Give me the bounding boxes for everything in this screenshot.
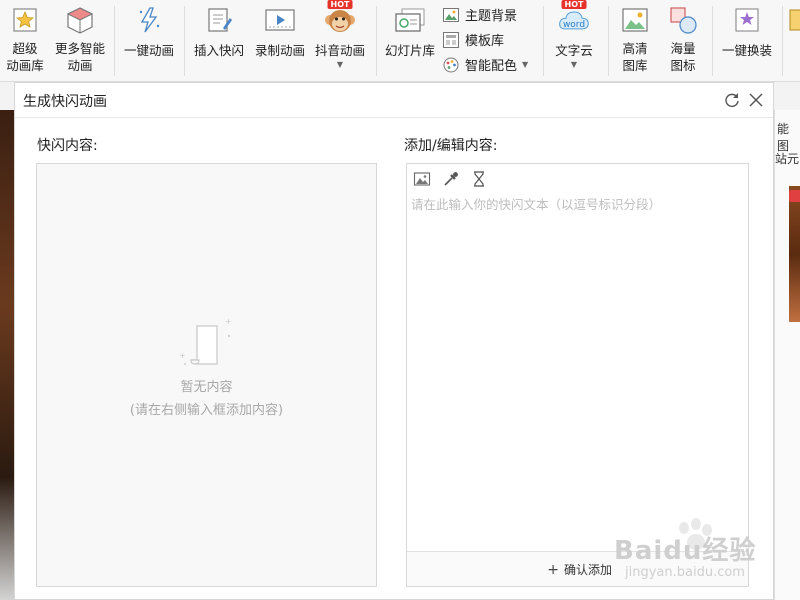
background-text: 站元 — [775, 152, 800, 166]
background-text: 能图 — [777, 122, 790, 153]
empty-state: + + 暂无内容 (请在右侧输入框添加内容) — [37, 314, 376, 418]
slide-library-button[interactable]: 幻灯片库 — [380, 0, 440, 82]
massive-icons-label: 海量 图标 — [670, 41, 696, 73]
flash-text-input[interactable] — [411, 194, 745, 546]
picture-icon — [619, 4, 651, 36]
chevron-down-icon: ▼ — [336, 60, 344, 69]
confirm-add-button[interactable]: + 确认添加 — [547, 561, 612, 578]
one-key-swap-label: 一键换装 — [721, 43, 772, 58]
flash-content-label: 快闪内容: — [37, 138, 98, 154]
massive-icons-button[interactable]: 海量 图标 — [660, 0, 706, 82]
magic-wand-icon — [731, 4, 763, 36]
edit-list-icon — [203, 4, 235, 36]
one-key-animation-button[interactable]: 一键动画 — [120, 0, 178, 82]
svg-text:+: + — [225, 317, 232, 326]
svg-text:+: + — [179, 351, 186, 360]
slides-icon — [394, 4, 426, 36]
empty-document-icon: + + — [179, 317, 232, 365]
template-library-button[interactable]: 模板库 — [443, 27, 543, 52]
image-icon[interactable] — [413, 170, 431, 188]
shapes-icon — [667, 4, 699, 36]
word-cloud-label: 文字云 — [555, 43, 593, 58]
insert-flash-button[interactable]: 插入快闪 — [190, 0, 248, 82]
monkey-face-icon: HOT — [324, 0, 356, 36]
ribbon-separator — [114, 6, 115, 76]
theme-background-label: 主题背景 — [465, 9, 518, 24]
hot-badge: HOT — [561, 0, 587, 9]
close-icon[interactable] — [747, 91, 765, 109]
generate-flash-animation-dialog: 生成快闪动画 快闪内容: 添加/编辑内容: + + 暂无内容 (请在右侧输入框添… — [14, 82, 774, 600]
record-animation-button[interactable]: 录制动画 — [250, 0, 310, 82]
record-animation-label: 录制动画 — [254, 43, 305, 58]
chevron-down-icon: ▼ — [522, 59, 529, 69]
dialog-divider — [15, 117, 773, 118]
refresh-icon[interactable] — [723, 91, 741, 109]
hd-image-library-label: 高清 图库 — [622, 41, 648, 73]
confirm-add-label: 确认添加 — [563, 563, 612, 577]
eyedropper-icon[interactable] — [442, 170, 460, 188]
plus-icon: + — [547, 561, 559, 578]
ribbon-separator — [184, 6, 185, 76]
ribbon-separator — [543, 6, 544, 76]
hd-image-library-button[interactable]: 高清 图库 — [612, 0, 658, 82]
slide-library-label: 幻灯片库 — [384, 43, 435, 58]
background-document-left — [0, 110, 14, 600]
word-cloud-icon: HOT word — [558, 0, 590, 36]
douyin-animation-button[interactable]: HOT 抖音动画 ▼ — [310, 0, 370, 82]
ribbon-separator — [782, 6, 783, 76]
word-cloud-icon-text: word — [562, 20, 586, 30]
theme-group: 主题背景 模板库 智能配色 ▼ — [443, 2, 543, 77]
video-record-icon — [264, 4, 296, 36]
ribbon-toolbar: 超级 动画库 更多智能 动画 一键动画 插入快闪 录制动画 HOT 抖音动画 ▼… — [0, 0, 800, 82]
theme-background-button[interactable]: 主题背景 — [443, 2, 543, 27]
empty-state-title: 暂无内容 — [180, 380, 233, 395]
more-smart-animation-label: 更多智能 动画 — [54, 41, 105, 73]
one-key-swap-button[interactable]: 一键换装 — [716, 0, 778, 82]
content-editor: + 确认添加 — [406, 163, 749, 587]
overflow-ribbon-icon[interactable] — [788, 8, 800, 34]
ribbon-separator — [712, 6, 713, 76]
hot-badge: HOT — [327, 0, 353, 9]
flash-content-list: + + 暂无内容 (请在右侧输入框添加内容) — [36, 163, 377, 587]
template-library-label: 模板库 — [465, 34, 505, 49]
background-photo — [789, 186, 800, 322]
word-cloud-button[interactable]: HOT word 文字云 ▼ — [546, 0, 602, 82]
smart-color-button[interactable]: 智能配色 ▼ — [443, 52, 543, 77]
avatar — [789, 190, 800, 202]
ribbon-separator — [376, 6, 377, 76]
one-key-animation-label: 一键动画 — [123, 43, 174, 58]
ribbon-separator — [608, 6, 609, 76]
super-animation-library-label: 超级 动画库 — [6, 41, 44, 73]
insert-flash-label: 插入快闪 — [193, 43, 244, 58]
add-bar: + 确认添加 — [407, 551, 748, 586]
star-frame-icon — [9, 4, 41, 36]
empty-state-subtitle: (请在右侧输入框添加内容) — [129, 403, 284, 418]
hourglass-icon[interactable] — [470, 170, 488, 188]
landscape-icon — [443, 7, 459, 23]
douyin-animation-label: 抖音动画 — [314, 43, 365, 58]
super-animation-library-button[interactable]: 超级 动画库 — [2, 0, 48, 82]
chevron-down-icon: ▼ — [570, 60, 578, 69]
lightning-icon — [133, 4, 165, 36]
dialog-title: 生成快闪动画 — [23, 94, 107, 110]
palette-icon — [443, 57, 459, 73]
cube-icon — [64, 4, 96, 36]
edit-content-label: 添加/编辑内容: — [404, 138, 498, 154]
template-icon — [443, 31, 459, 48]
more-smart-animation-button[interactable]: 更多智能 动画 — [52, 0, 108, 82]
background-document-right: 能图 站元 — [774, 110, 800, 600]
smart-color-label: 智能配色 — [465, 59, 518, 74]
